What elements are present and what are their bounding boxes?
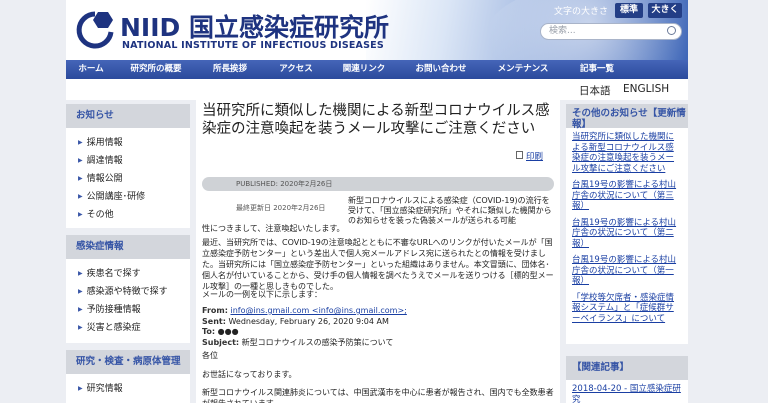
arrow-right-icon: ▶ (78, 193, 83, 200)
sidebar-notice: お知らせ ▶ 採用情報 ▶ 調達情報 ▶ 情報公開 ▶ 公開講座･研修 ▶ その他 (66, 104, 190, 228)
sidebar-research-title: 研究・検査・病原体管理 (66, 350, 190, 374)
email-example: From: info@ins.gmail.com <info@ins.gmail… (202, 306, 407, 347)
main-nav: ホーム 研究所の概要 所長挨拶 アクセス 関連リンク お問い合わせ メンテナンス… (66, 60, 688, 79)
email-body: 新型コロナウイルス関連肺炎については、中国武漢市を中心に患者が報告され、国内でも… (202, 388, 554, 403)
email-greeting: お世話になっております。 (202, 370, 297, 379)
news-item[interactable]: 台風19号の影響による村山庁舎の状況について（第一報） (572, 255, 682, 287)
logo-text[interactable]: NIID 国立感染症研究所 (120, 8, 389, 44)
article-intro-tail: 性につきまして、注意喚起いたします。 (202, 224, 345, 233)
email-to: ●●● (217, 327, 239, 336)
sidebar-item-lectures[interactable]: ▶ 公開講座･研修 (66, 188, 190, 206)
article-title: 当研究所に類似した機関による新型コロナウイルス感染症の注意喚起を装うメール攻撃に… (202, 103, 550, 137)
font-large-button[interactable]: 大きく (648, 3, 682, 18)
search-icon[interactable] (667, 26, 676, 35)
published-date: PUBLISHED: 2020年2月26日 (202, 177, 554, 191)
nav-contact[interactable]: お問い合わせ (400, 60, 482, 79)
search-placeholder: 検索... (549, 26, 576, 36)
sidebar-item-recruit[interactable]: ▶ 採用情報 (66, 134, 190, 152)
article: 当研究所に類似した機関による新型コロナウイルス感染症の注意喚起を装うメール攻撃に… (196, 100, 560, 403)
search-input[interactable]: 検索... (540, 23, 682, 40)
arrow-right-icon: ▶ (78, 324, 83, 331)
sidebar-infection-title: 感染症情報 (66, 235, 190, 259)
lang-english[interactable]: ENGLISH (623, 83, 669, 95)
email-subject: 新型コロナウイルスの感染予防策について (241, 337, 394, 347)
nav-home[interactable]: ホーム (66, 60, 116, 79)
article-paragraph: メールの一例を以下に示します： (202, 290, 322, 299)
sidebar-notice-title: お知らせ (66, 104, 190, 128)
news-item[interactable]: 当研究所に類似した機関による新型コロナウイルス感染症の注意喚起を装うメール攻撃に… (572, 132, 682, 174)
language-bar: 日本語 ENGLISH (66, 79, 688, 100)
sidebar-other-news-title: その他のお知らせ【更新情報】 (566, 104, 688, 130)
font-standard-button[interactable]: 標準 (615, 3, 643, 18)
nav-links[interactable]: 関連リンク (328, 60, 400, 79)
arrow-right-icon: ▶ (78, 157, 83, 164)
news-item[interactable]: 台風19号の影響による村山庁舎の状況について（第二報） (572, 218, 682, 250)
nav-access[interactable]: アクセス (264, 60, 328, 79)
sidebar-item-disclosure[interactable]: ▶ 情報公開 (66, 170, 190, 188)
arrow-right-icon: ▶ (78, 385, 83, 392)
sidebar-related-title: 【関連記事】 (566, 356, 688, 380)
article-intro: 新型コロナウイルスによる感染症（COVID-19)の流行を受けて、「国立感染症研… (348, 196, 552, 225)
nav-maintenance[interactable]: メンテナンス (482, 60, 564, 79)
email-greeting: 各位 (202, 351, 218, 360)
arrow-right-icon: ▶ (78, 288, 83, 295)
article-paragraph: 最近、当研究所では、COVID-19の注意喚起とともに不審なURLへのリンクが付… (202, 238, 554, 291)
logo-subtitle: NATIONAL INSTITUTE OF INFECTIOUS DISEASE… (122, 40, 384, 51)
nav-director-greeting[interactable]: 所長挨拶 (196, 60, 264, 79)
email-from-link[interactable]: info@ins.gmail.com <info@ins.gmail.com>; (230, 306, 406, 315)
sidebar-item-by-source[interactable]: ▶ 感染源や特徴で探す (66, 283, 190, 301)
news-item[interactable]: 「学校等欠席者・感染症情報システム」と「症候群サーベイランス」について (572, 293, 682, 325)
printer-icon[interactable] (516, 151, 523, 159)
site-header: NIID 国立感染症研究所 NATIONAL INSTITUTE OF INFE… (66, 0, 688, 60)
arrow-right-icon: ▶ (78, 270, 83, 277)
arrow-right-icon: ▶ (78, 175, 83, 182)
font-size-label: 文字の大きさ (554, 7, 609, 17)
print-link[interactable]: 印刷 (526, 150, 543, 162)
updated-date: 最終更新日 2020年2月26日 (236, 204, 326, 212)
arrow-right-icon: ▶ (78, 306, 83, 313)
sidebar-item-vaccination[interactable]: ▶ 予防接種情報 (66, 301, 190, 319)
sidebar-research: 研究・検査・病原体管理 ▶ 研究情報 (66, 350, 190, 403)
sidebar-item-by-disease[interactable]: ▶ 疾患名で探す (66, 265, 190, 283)
nav-about[interactable]: 研究所の概要 (116, 60, 196, 79)
lang-japanese[interactable]: 日本語 (579, 83, 611, 98)
nav-article-list[interactable]: 記事一覧 (564, 60, 630, 79)
sidebar-infection: 感染症情報 ▶ 疾患名で探す ▶ 感染源や特徴で探す ▶ 予防接種情報 ▶ 災害と感染症 (66, 235, 190, 343)
sidebar-item-disaster[interactable]: ▶ 災害と感染症 (66, 319, 190, 337)
sidebar-item-other[interactable]: ▶ その他 (66, 206, 190, 224)
sidebar-item-procurement[interactable]: ▶ 調達情報 (66, 152, 190, 170)
niid-logo-icon[interactable] (76, 10, 114, 50)
news-item[interactable]: 台風19号の影響による村山庁舎の状況について（第三報） (572, 180, 682, 212)
sidebar-related: 【関連記事】 2018-04-20 - 国立感染症研究 (566, 356, 688, 403)
related-item[interactable]: 2018-04-20 - 国立感染症研究 (572, 384, 682, 403)
sidebar-item-research-info[interactable]: ▶ 研究情報 (66, 380, 190, 398)
email-sent: Wednesday, February 26, 2020 9:04 AM (228, 316, 389, 326)
arrow-right-icon: ▶ (78, 139, 83, 146)
sidebar-other-news: その他のお知らせ【更新情報】 当研究所に類似した機関による新型コロナウイルス感染… (566, 104, 688, 344)
arrow-right-icon: ▶ (78, 211, 83, 218)
